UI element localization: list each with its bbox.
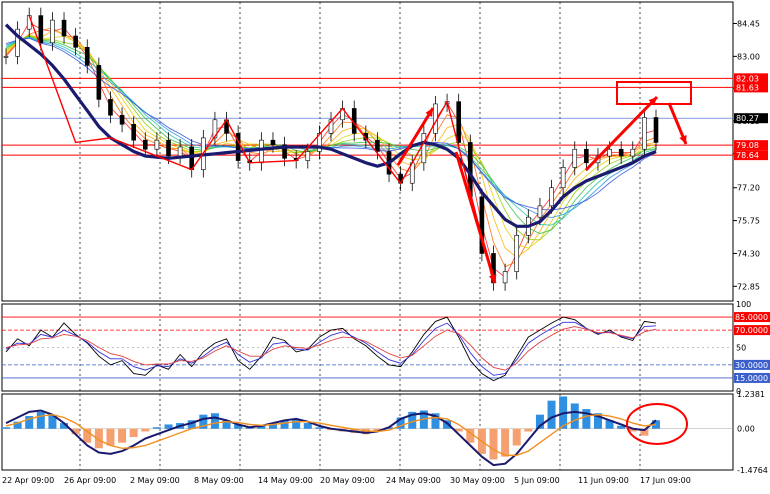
candle-body — [375, 139, 380, 152]
price-tag-label: 82.03 — [736, 74, 759, 83]
candle-body — [607, 148, 612, 157]
macd-histogram-bar — [501, 428, 510, 457]
macd-histogram-bar — [524, 428, 533, 432]
candle-body — [537, 205, 543, 218]
candle-body — [166, 139, 171, 157]
price-tag-label: 78.64 — [736, 151, 759, 160]
macd-signal-line — [5, 413, 657, 456]
candle-body — [142, 139, 148, 150]
candle-body — [84, 47, 90, 66]
macd-histogram-bar — [141, 428, 150, 432]
macd-histogram-bar — [489, 428, 498, 460]
candle-body — [108, 99, 113, 116]
macd-histogram-bar — [570, 403, 579, 429]
candle-body — [96, 65, 102, 100]
macd-axis-label: -1.4764 — [737, 466, 768, 475]
y-axis-label: 84.45 — [737, 20, 760, 29]
macd-axis-label: 1.2381 — [737, 390, 765, 399]
candle-body — [119, 114, 125, 125]
y-axis-label: 75.75 — [737, 217, 760, 226]
y-axis-label: 74.30 — [737, 249, 760, 258]
macd-histogram-bar — [512, 428, 521, 446]
rsi-level-label: 15.0000 — [735, 374, 768, 383]
x-axis-label: 14 May 09:00 — [258, 476, 313, 485]
rsi-level-label: 85.0000 — [735, 313, 768, 322]
candle-body — [549, 187, 554, 207]
rsi-series-line — [5, 326, 657, 371]
candle-body — [421, 133, 427, 164]
candle-body — [584, 148, 589, 164]
x-axis-label: 8 May 09:00 — [194, 476, 244, 485]
macd-histogram-bar — [152, 427, 161, 429]
y-axis-label: 83.00 — [737, 52, 760, 61]
candle-body — [270, 139, 276, 146]
x-axis-label: 2 May 09:00 — [130, 476, 180, 485]
price-tag-label: 81.63 — [736, 83, 759, 92]
x-axis-label: 26 Apr 09:00 — [64, 476, 116, 485]
candle-body — [653, 117, 659, 143]
macd-histogram-bar — [547, 400, 556, 429]
x-axis-label: 22 Apr 09:00 — [2, 476, 54, 485]
candle-body — [560, 167, 566, 189]
macd-histogram-bar — [2, 427, 10, 429]
macd-histogram-bar — [210, 413, 219, 429]
macd-histogram-bar — [129, 428, 138, 438]
candle-body — [630, 148, 636, 157]
candle-body — [502, 271, 508, 284]
rsi-axis-label: 100 — [736, 300, 751, 309]
rsi-level-label: 70.0000 — [735, 326, 768, 335]
trading-chart[interactable]: 22 Apr 09:00 26 Apr 09:00 2 May 09:00 8 May… — [0, 0, 770, 490]
candle-body — [61, 19, 67, 37]
candle-body — [572, 148, 578, 168]
rsi-axis-label: 50 — [736, 344, 746, 353]
x-axis-label: 11 Jun 09:00 — [578, 476, 629, 485]
candle-body — [259, 139, 264, 164]
macd-histogram-bar — [106, 428, 115, 446]
candle-body — [305, 151, 311, 161]
rsi-series-line — [5, 316, 657, 382]
macd-histogram-bar — [303, 423, 312, 429]
candle-body — [154, 139, 160, 150]
candle-body — [456, 101, 461, 143]
candle-body — [73, 35, 78, 48]
x-axis-label: 5 Jun 09:00 — [514, 476, 560, 485]
rsi-level-label: 30.0000 — [735, 361, 768, 370]
candle-body — [189, 146, 195, 170]
macd-axis-label: 0.00 — [737, 425, 755, 434]
x-axis-label: 24 May 09:00 — [386, 476, 441, 485]
macd-histogram-bar — [118, 428, 127, 443]
chart-canvas[interactable]: 22 Apr 09:00 26 Apr 09:00 2 May 09:00 8 May… — [0, 0, 770, 490]
ribbon-ma-line — [5, 30, 657, 258]
candle-body — [131, 124, 136, 141]
price-tag-label: 79.08 — [736, 141, 759, 150]
x-axis-label: 30 May 09:00 — [450, 476, 505, 485]
macd-line — [5, 409, 657, 467]
candle-body — [618, 148, 624, 157]
x-axis-label: 20 May 09:00 — [320, 476, 375, 485]
x-axis-label: 17 Jun 09:00 — [640, 476, 691, 485]
candle-body — [642, 117, 647, 150]
macd-histogram-bar — [36, 411, 45, 429]
price-tag-label: 80.27 — [736, 114, 759, 123]
candle-body — [38, 15, 44, 44]
candle-body — [177, 146, 183, 157]
candle-body — [3, 56, 9, 58]
candle-body — [50, 19, 55, 44]
candle-body — [514, 235, 520, 272]
y-axis-label: 72.85 — [737, 282, 760, 291]
y-axis-label: 77.20 — [737, 184, 760, 193]
